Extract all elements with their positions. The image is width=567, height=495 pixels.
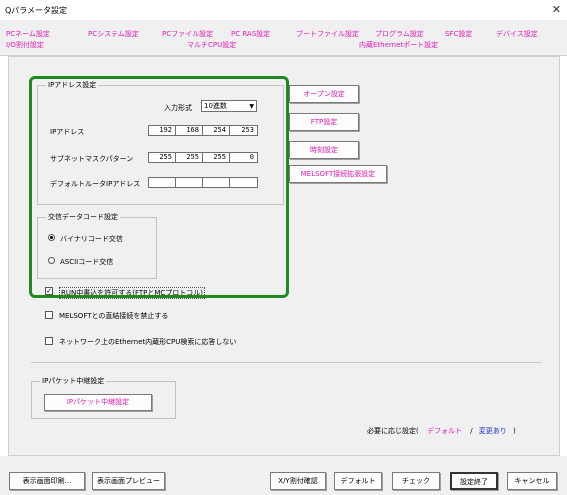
window-title: Qパラメータ設定 [5, 6, 68, 15]
legend-changed: 変更あり [478, 427, 507, 435]
default-button[interactable]: デフォルト [334, 472, 382, 490]
highlight-frame [29, 76, 289, 298]
tab-pc-file[interactable]: PCファイル設定 [162, 29, 213, 39]
melsoft-direct-checkbox[interactable] [45, 311, 53, 319]
time-settings-button[interactable]: 時刻設定 [289, 141, 359, 159]
legend-slash: / [470, 427, 473, 435]
xy-assign-check-button[interactable]: X/Y割付確認 [270, 472, 326, 490]
tab-builtin-ethernet[interactable]: 内蔵Ethernetポート設定 [359, 40, 438, 50]
settings-note-prefix: 必要に応じ設定( [367, 427, 419, 435]
ip-packet-relay-group: IPパケット中継設定 IPパケット中継設定 [31, 376, 176, 419]
melsoft-ext-settings-button[interactable]: MELSOFT接続拡張設定 [289, 165, 387, 183]
tab-multi-cpu[interactable]: マルチCPU設定 [187, 40, 236, 50]
bottom-bar: 表示画面印刷... 表示画面プレビュー X/Y割付確認 デフォルト チェック 設… [0, 456, 567, 495]
tab-sfc[interactable]: SFC設定 [445, 29, 472, 39]
tab-program[interactable]: プログラム設定 [375, 29, 424, 39]
tab-pc-ras[interactable]: PC RAS設定 [231, 29, 270, 39]
title-bar: Qパラメータ設定 ✕ [0, 0, 567, 20]
ip-packet-relay-title: IPパケット中継設定 [40, 376, 107, 386]
close-icon[interactable]: ✕ [552, 3, 561, 16]
ftp-settings-button[interactable]: FTP設定 [289, 113, 359, 131]
melsoft-direct-label: MELSOFTとの直結接続を禁止する [59, 312, 169, 320]
check-button[interactable]: チェック [392, 472, 440, 490]
tab-io-assign[interactable]: I/O割付設定 [6, 40, 44, 50]
no-response-label: ネットワーク上のEthernet内蔵形CPU検索に応答しない [59, 338, 237, 346]
settings-note: 必要に応じ設定( デフォルト / 変更あり ) [367, 426, 516, 436]
cancel-button[interactable]: キャンセル [507, 472, 557, 490]
tab-strip: PCネーム設定 PCシステム設定 PCファイル設定 PC RAS設定 ブートファ… [0, 20, 567, 56]
ip-packet-relay-button[interactable]: IPパケット中継設定 [44, 394, 152, 411]
tab-device[interactable]: デバイス設定 [496, 29, 538, 39]
tab-pc-system[interactable]: PCシステム設定 [88, 29, 139, 39]
separator [31, 362, 541, 363]
end-settings-button[interactable]: 設定終了 [450, 472, 498, 490]
tab-pc-name[interactable]: PCネーム設定 [6, 29, 50, 39]
legend-default: デフォルト [426, 427, 462, 435]
settings-note-suffix: ) [513, 427, 516, 435]
preview-screen-button[interactable]: 表示画面プレビュー [92, 472, 165, 490]
tab-boot-file[interactable]: ブートファイル設定 [296, 29, 359, 39]
print-screen-button[interactable]: 表示画面印刷... [9, 472, 85, 490]
no-response-checkbox[interactable] [45, 337, 53, 345]
open-settings-button[interactable]: オープン設定 [289, 85, 359, 103]
